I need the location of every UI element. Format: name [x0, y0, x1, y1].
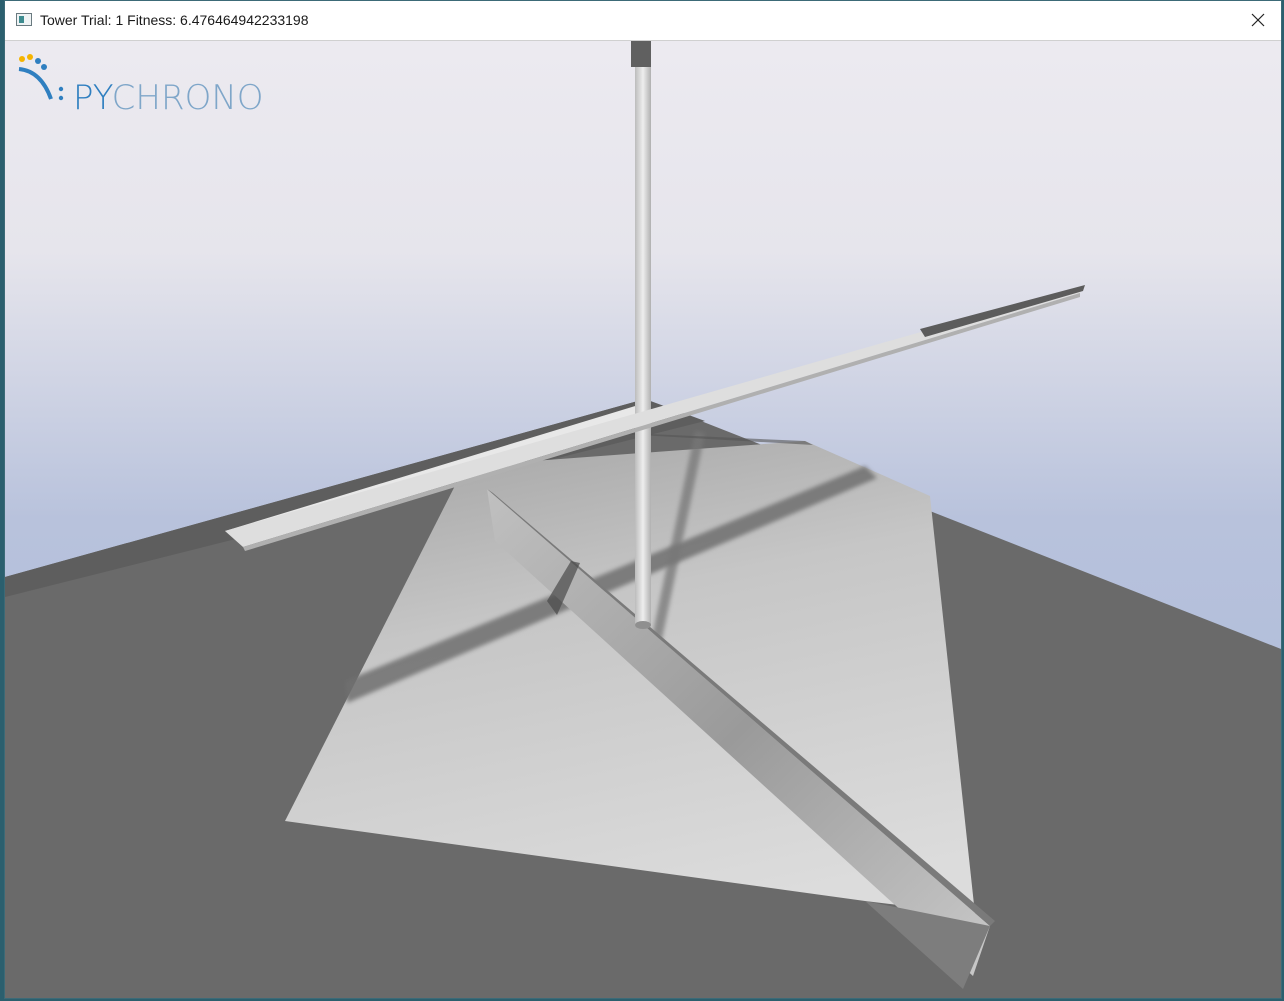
pole-base	[635, 621, 651, 629]
pychrono-logo: PYCHRONO	[15, 51, 264, 115]
pole-top-cap	[631, 41, 651, 67]
window-title: Tower Trial: 1 Fitness: 6.47646494223319…	[40, 12, 309, 28]
app-window: Tower Trial: 1 Fitness: 6.47646494223319…	[4, 0, 1282, 999]
pychrono-logo-text: PYCHRONO	[73, 78, 264, 118]
pychrono-logo-icon	[18, 54, 64, 101]
app-window-icon	[16, 13, 32, 26]
close-button[interactable]	[1235, 1, 1281, 40]
3d-viewport[interactable]: PYCHRONO	[5, 41, 1281, 998]
vertical-pole	[635, 41, 651, 626]
close-icon	[1251, 13, 1265, 27]
title-bar[interactable]: Tower Trial: 1 Fitness: 6.47646494223319…	[5, 1, 1281, 41]
scene-render	[5, 41, 1281, 998]
